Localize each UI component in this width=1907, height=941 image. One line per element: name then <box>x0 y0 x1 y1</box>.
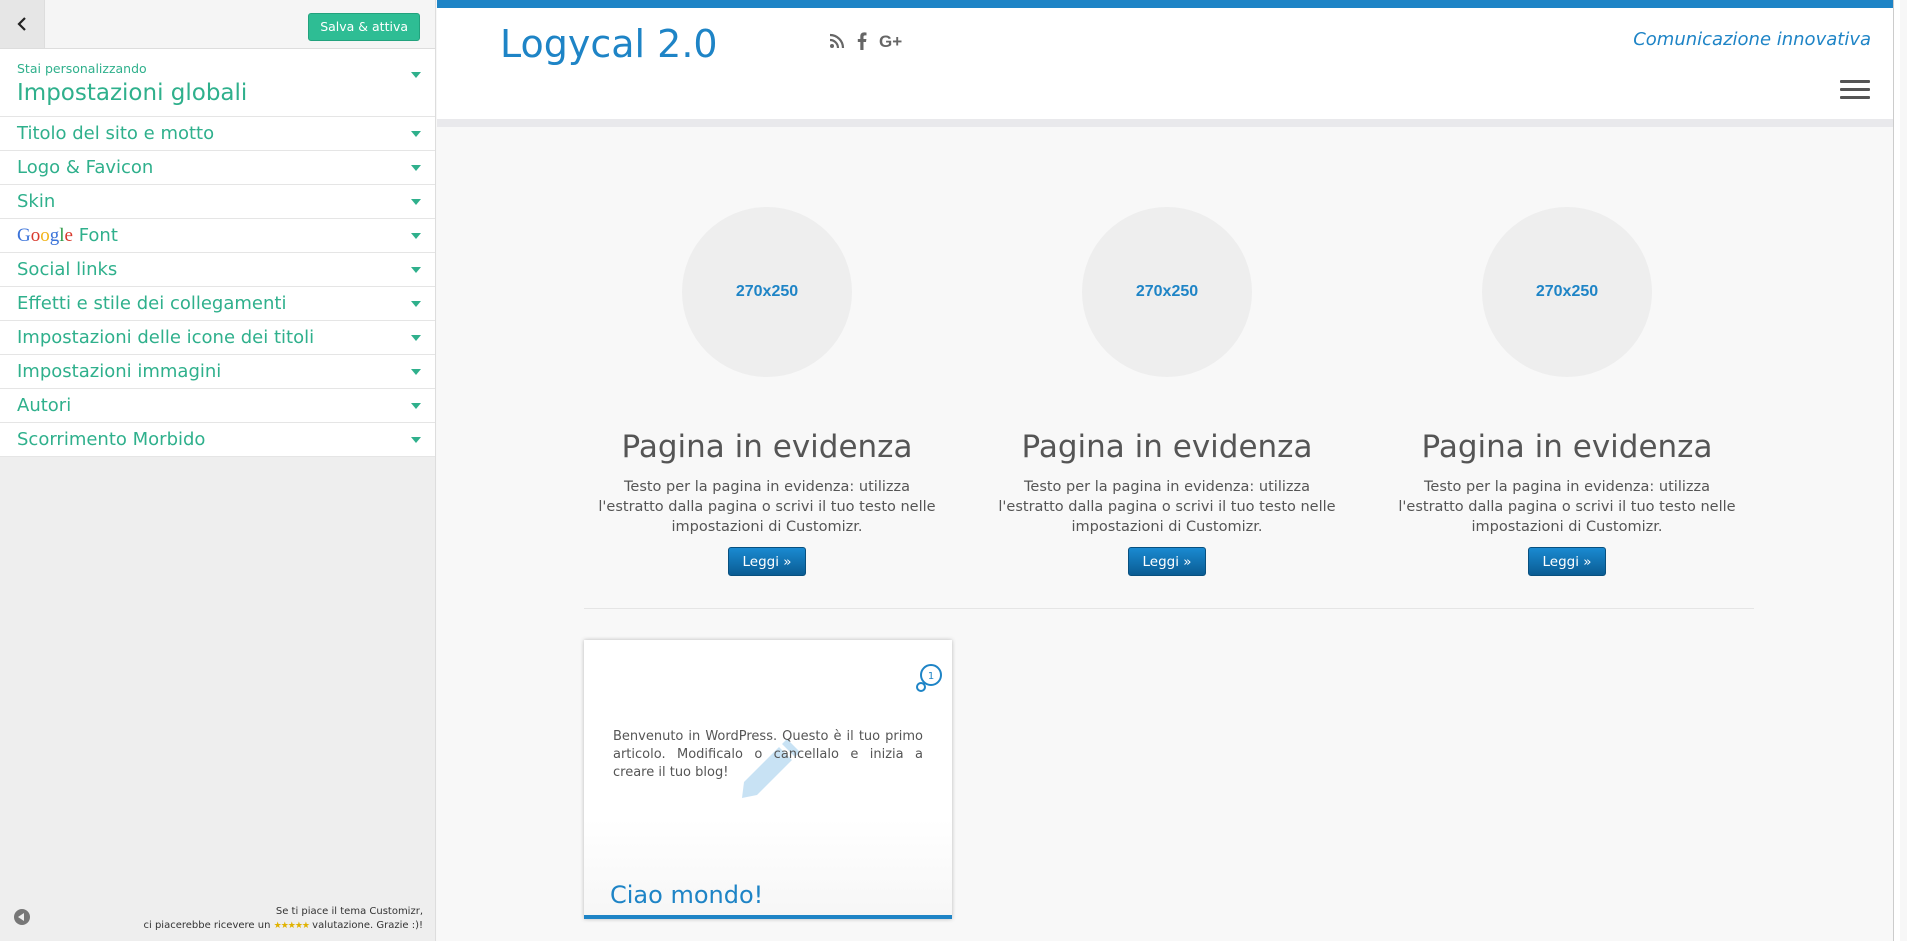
chevron-down-icon <box>411 301 421 307</box>
customizing-label: Stai personalizzando <box>17 61 147 76</box>
close-customizer-button[interactable] <box>0 0 45 48</box>
section-label: Effetti e stile dei collegamenti <box>17 293 287 314</box>
site-preview: Logycal 2.0 G+ Comunicazione innovativa … <box>437 0 1900 941</box>
facebook-icon[interactable] <box>857 32 867 50</box>
google-logo-icon: Google <box>17 225 73 246</box>
section-social-links[interactable]: Social links <box>0 253 435 287</box>
rating-line-1: Se ti piace il tema Customizr, <box>275 906 423 917</box>
featured-thumbnail[interactable]: 270x250 <box>1082 207 1252 377</box>
featured-text: Testo per la pagina in evidenza: utilizz… <box>598 479 936 535</box>
read-more-button[interactable]: Leggi » <box>1128 547 1206 576</box>
section-images[interactable]: Impostazioni immagini <box>0 355 435 389</box>
section-label: Font <box>78 225 118 246</box>
section-link-effects[interactable]: Effetti e stile dei collegamenti <box>0 287 435 321</box>
featured-text: Testo per la pagina in evidenza: utilizz… <box>1398 479 1736 535</box>
section-label: Scorrimento Morbido <box>17 429 206 450</box>
post-title-link[interactable]: Ciao mondo! <box>610 881 763 909</box>
rating-message: Se ti piace il tema Customizr, ci piacer… <box>143 905 423 933</box>
section-label: Impostazioni immagini <box>17 361 222 382</box>
post-card[interactable]: 1 Benvenuto in WordPress. Questo è il tu… <box>584 640 952 919</box>
read-more-button[interactable]: Leggi » <box>728 547 806 576</box>
site-title-link[interactable]: Logycal 2.0 <box>500 22 718 66</box>
section-site-title[interactable]: Titolo del sito e motto <box>0 117 435 151</box>
section-skin[interactable]: Skin <box>0 185 435 219</box>
post-excerpt: Benvenuto in WordPress. Questo è il tuo … <box>613 729 923 780</box>
chevron-left-icon <box>17 17 26 31</box>
section-authors[interactable]: Autori <box>0 389 435 423</box>
panel-title: Impostazioni globali <box>17 80 248 106</box>
svg-text:G+: G+ <box>879 32 902 50</box>
chevron-down-icon <box>411 369 421 375</box>
featured-thumbnail[interactable]: 270x250 <box>682 207 852 377</box>
featured-title[interactable]: Pagina in evidenza <box>587 429 947 465</box>
chevron-down-icon <box>411 335 421 341</box>
featured-title[interactable]: Pagina in evidenza <box>1387 429 1747 465</box>
hamburger-menu-icon[interactable] <box>1840 80 1870 102</box>
section-label: Social links <box>17 259 118 280</box>
section-title-icons[interactable]: Impostazioni delle icone dei titoli <box>0 321 435 355</box>
section-label: Logo & Favicon <box>17 157 154 178</box>
customizer-footer: Se ti piace il tema Customizr, ci piacer… <box>0 899 435 941</box>
chevron-down-icon <box>411 267 421 273</box>
section-smooth-scroll[interactable]: Scorrimento Morbido <box>0 423 435 457</box>
post-accent-bar <box>584 915 952 919</box>
collapse-sidebar-icon[interactable] <box>14 909 30 925</box>
chevron-down-icon <box>411 165 421 171</box>
comment-count-icon[interactable]: 1 <box>914 662 946 694</box>
section-google-font[interactable]: Google Font <box>0 219 435 253</box>
featured-page-2: 270x250 Pagina in evidenza Testo per la … <box>987 207 1347 576</box>
chevron-down-icon <box>411 72 421 78</box>
site-tagline: Comunicazione innovativa <box>1633 29 1871 50</box>
comment-count: 1 <box>928 671 934 682</box>
read-more-button[interactable]: Leggi » <box>1528 547 1606 576</box>
customizer-sidebar: Salva & attiva Stai personalizzando Impo… <box>0 0 436 941</box>
header-separator <box>437 119 1900 127</box>
rating-stars-link[interactable]: ★★★★★ <box>274 921 310 931</box>
google-plus-icon[interactable]: G+ <box>879 32 905 50</box>
featured-page-1: 270x250 Pagina in evidenza Testo per la … <box>587 207 947 576</box>
section-logo-favicon[interactable]: Logo & Favicon <box>0 151 435 185</box>
featured-text: Testo per la pagina in evidenza: utilizz… <box>998 479 1336 535</box>
rss-icon[interactable] <box>829 33 845 49</box>
panel-header[interactable]: Stai personalizzando Impostazioni global… <box>0 49 435 117</box>
chevron-down-icon <box>411 403 421 409</box>
chevron-down-icon <box>411 437 421 443</box>
site-header: Logycal 2.0 G+ Comunicazione innovativa <box>437 0 1900 119</box>
section-divider <box>584 608 1754 609</box>
section-label: Impostazioni delle icone dei titoli <box>17 327 315 348</box>
social-links: G+ <box>829 32 905 50</box>
section-label: Autori <box>17 395 72 416</box>
preview-scrollbar[interactable] <box>1893 0 1900 941</box>
featured-thumbnail[interactable]: 270x250 <box>1482 207 1652 377</box>
section-label: Titolo del sito e motto <box>17 123 215 144</box>
rating-line-2: ci piacerebbe ricevere un ★★★★★ valutazi… <box>143 920 423 931</box>
featured-title[interactable]: Pagina in evidenza <box>987 429 1347 465</box>
featured-page-3: 270x250 Pagina in evidenza Testo per la … <box>1387 207 1747 576</box>
customizer-panel: Stai personalizzando Impostazioni global… <box>0 49 435 457</box>
chevron-down-icon <box>411 131 421 137</box>
chevron-down-icon <box>411 199 421 205</box>
section-label: Skin <box>17 191 56 212</box>
chevron-down-icon <box>411 233 421 239</box>
customizer-toolbar: Salva & attiva <box>0 0 435 49</box>
save-activate-button[interactable]: Salva & attiva <box>308 13 420 41</box>
